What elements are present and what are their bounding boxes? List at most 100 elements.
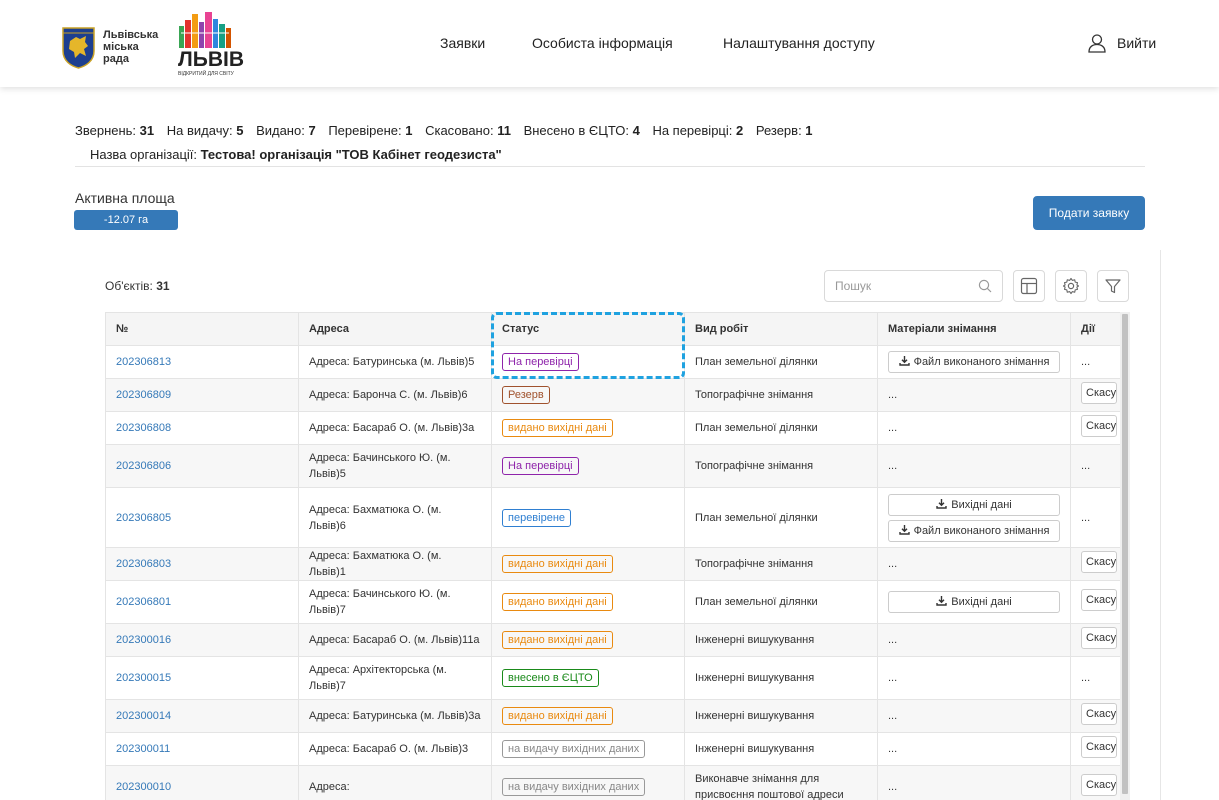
cancel-button[interactable]: Скасувати xyxy=(1081,414,1117,437)
search-icon[interactable] xyxy=(978,279,992,293)
request-link[interactable]: 202306813 xyxy=(116,356,171,368)
request-link[interactable]: 202300011 xyxy=(116,743,170,755)
stat-on-review: На перевірці: 2 xyxy=(652,123,743,138)
download-label: Файл виконаного знімання xyxy=(913,524,1050,537)
status-badge: На перевірці xyxy=(502,457,579,475)
stat-issued: Видано: 7 xyxy=(256,123,316,138)
request-link[interactable]: 202300010 xyxy=(116,781,171,793)
scrollbar-thumb[interactable] xyxy=(1122,314,1128,794)
request-link[interactable]: 202300015 xyxy=(116,672,171,684)
stat-value: 4 xyxy=(632,123,640,138)
status-badge: видано вихідні дані xyxy=(502,593,613,611)
cell-work-type: Інженерні вишукування xyxy=(684,656,878,700)
download-button[interactable]: Файл виконаного знімання xyxy=(888,351,1060,373)
cell-actions: Скасувати xyxy=(1070,732,1120,766)
cell-work-type: Виконавче знімання для присвоєння поштов… xyxy=(684,765,878,800)
table-row: 202306806 Адреса: Бачинського Ю. (м. Льв… xyxy=(105,444,1120,488)
stat-checked: Перевірене: 1 xyxy=(328,123,412,138)
cell-status: видано вихідні дані xyxy=(491,623,685,657)
stat-value: 11 xyxy=(497,123,511,138)
stat-label: На перевірці: xyxy=(652,123,736,138)
cell-actions: Скасувати xyxy=(1070,547,1120,581)
cancel-button[interactable]: Скасувати xyxy=(1081,381,1117,404)
cancel-button[interactable]: Скасувати xyxy=(1081,702,1117,725)
cell-work-type: Топографічне знімання xyxy=(684,444,878,488)
column-header-actions[interactable]: Дії xyxy=(1070,312,1120,346)
status-badge: На перевірці xyxy=(502,353,579,371)
city-name-line-3: рада xyxy=(103,53,129,65)
cell-address: Адреса: Бачинського Ю. (м. Львів)7 xyxy=(298,580,492,624)
download-button[interactable]: Вихідні дані xyxy=(888,493,1060,516)
objects-count: Об'єктів: 31 xyxy=(105,279,170,293)
cell-actions: Скасувати xyxy=(1070,699,1120,733)
cancel-button[interactable]: Скасувати xyxy=(1081,550,1117,573)
nav-personal-info[interactable]: Особиста інформація xyxy=(532,35,673,51)
logout-button[interactable]: Вийти xyxy=(1087,33,1156,53)
request-link[interactable]: 202300014 xyxy=(116,710,171,722)
divider xyxy=(75,166,1145,167)
cell-actions: ... xyxy=(1070,487,1120,548)
status-badge: внесено в ЄЦТО xyxy=(502,669,599,687)
table-row: 202306808 Адреса: Басараб О. (м. Львів)3… xyxy=(105,411,1120,445)
request-link[interactable]: 202306801 xyxy=(116,596,171,608)
table-row: 202300015 Адреса: Архітекторська (м. Льв… xyxy=(105,656,1120,700)
submit-request-button[interactable]: Подати заявку xyxy=(1033,196,1145,230)
nav-access-settings[interactable]: Налаштування доступу xyxy=(723,35,875,51)
request-link[interactable]: 202306805 xyxy=(116,512,171,524)
request-link[interactable]: 202306808 xyxy=(116,422,171,434)
stat-value: 1 xyxy=(805,123,813,138)
column-header-number[interactable]: № xyxy=(105,312,299,346)
table-row: 202300011 Адреса: Басараб О. (м. Львів)3… xyxy=(105,732,1120,766)
column-header-work-type[interactable]: Вид робіт xyxy=(684,312,878,346)
cell-address: Адреса: Бахматюка О. (м. Львів)1 xyxy=(298,547,492,581)
cell-address: Адреса: Батуринська (м. Львів)3а xyxy=(298,699,492,733)
stat-total: Звернень: 31 xyxy=(75,123,154,138)
table-scrollbar[interactable] xyxy=(1120,312,1130,800)
cell-address: Адреса: Басараб О. (м. Львів)11а xyxy=(298,623,492,657)
active-area-badge: -12.07 га xyxy=(74,210,178,230)
cell-address: Адреса: Барончa С. (м. Львів)6 xyxy=(298,378,492,412)
status-badge: на видачу вихідних даних xyxy=(502,778,646,796)
user-icon xyxy=(1088,34,1106,53)
request-link[interactable]: 202300016 xyxy=(116,634,171,646)
cancel-button[interactable]: Скасувати xyxy=(1081,735,1117,758)
requests-table: № Адреса Статус Вид робіт Матеріали знім… xyxy=(105,312,1120,800)
request-link[interactable]: 202306809 xyxy=(116,389,171,401)
cell-materials: ... xyxy=(877,765,1071,800)
lviv-coat-of-arms-icon xyxy=(62,27,95,69)
content-divider xyxy=(1160,250,1161,800)
columns-layout-button[interactable] xyxy=(1013,270,1045,302)
cell-work-type: План земельної ділянки xyxy=(684,411,878,445)
download-label: Файл виконаного знімання xyxy=(913,356,1050,368)
stat-value: 7 xyxy=(308,123,316,138)
download-button[interactable]: Вихідні дані xyxy=(888,591,1060,613)
request-link[interactable]: 202306806 xyxy=(116,460,171,472)
download-icon xyxy=(936,498,947,512)
cell-status: внесено в ЄЦТО xyxy=(491,656,685,700)
download-label: Вихідні дані xyxy=(951,596,1012,608)
settings-button[interactable] xyxy=(1055,270,1087,302)
organization-value: Тестова! організація "ТОВ Кабінет геодез… xyxy=(200,147,502,162)
column-header-materials[interactable]: Матеріали знімання xyxy=(877,312,1071,346)
cancel-button[interactable]: Скасувати xyxy=(1081,588,1117,611)
filter-button[interactable] xyxy=(1097,270,1129,302)
column-header-status[interactable]: Статус xyxy=(491,312,685,346)
stat-cancelled: Скасовано: 11 xyxy=(425,123,511,138)
table-columns-icon xyxy=(1020,277,1038,295)
cell-status: видано вихідні дані xyxy=(491,699,685,733)
cell-number: 202306803 xyxy=(105,547,299,581)
request-link[interactable]: 202306803 xyxy=(116,558,171,570)
cancel-button[interactable]: Скасувати xyxy=(1081,626,1117,649)
nav-requests[interactable]: Заявки xyxy=(440,35,485,51)
cell-materials: ... xyxy=(877,444,1071,488)
cell-number: 202300015 xyxy=(105,656,299,700)
cell-number: 202306809 xyxy=(105,378,299,412)
cancel-button[interactable]: Скасувати xyxy=(1081,773,1117,796)
cell-materials: ... xyxy=(877,732,1071,766)
cell-materials: ... xyxy=(877,547,1071,581)
cell-status: видано вихідні дані xyxy=(491,580,685,624)
column-header-address[interactable]: Адреса xyxy=(298,312,492,346)
search-input[interactable] xyxy=(825,271,965,301)
cell-status: На перевірці xyxy=(491,345,685,379)
download-button[interactable]: Файл виконаного знімання xyxy=(888,519,1060,542)
